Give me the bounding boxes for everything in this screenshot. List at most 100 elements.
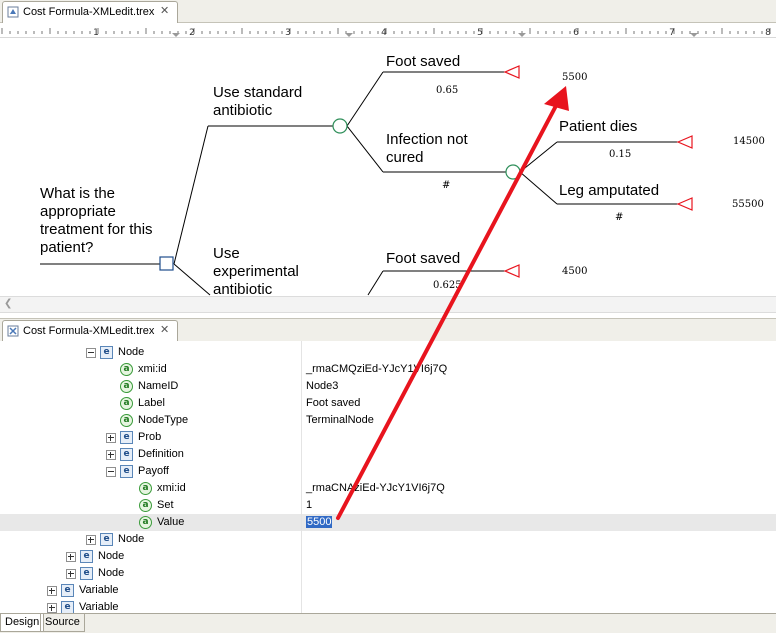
expand-icon[interactable] <box>66 552 76 562</box>
element-icon: e <box>120 431 133 444</box>
terminal-node-leg-amputated <box>676 197 693 211</box>
foot-saved-1-payoff: 5500 <box>562 72 587 83</box>
tree-row-value: TerminalNode <box>306 414 374 426</box>
element-icon: e <box>100 533 113 546</box>
tree-row-value: Node3 <box>306 380 339 392</box>
leg-amputated-prob: # <box>615 212 623 223</box>
editor-tab[interactable]: Cost Formula-XMLedit.trex ✕ <box>2 1 178 23</box>
expand-icon[interactable] <box>106 450 116 460</box>
tree-row-label: Value <box>157 516 185 528</box>
attribute-icon: a <box>139 499 152 512</box>
tree-row[interactable]: a xmi:id _rmaCNAziEd-YJcY1VI6j7Q <box>0 480 776 497</box>
ruler-number: 7 <box>669 28 675 38</box>
patient-dies-label: Patient dies <box>559 118 637 135</box>
tree-row-label: Definition <box>138 448 184 460</box>
expand-icon[interactable] <box>47 603 57 613</box>
xml-file-icon <box>7 6 19 18</box>
tree-row-label: Variable <box>79 601 119 613</box>
tree-row-label: Node <box>98 567 125 579</box>
tree-row[interactable]: e Variable <box>0 599 776 613</box>
expand-icon[interactable] <box>106 433 116 443</box>
tree-row[interactable]: e Node <box>0 565 776 582</box>
terminal-node-foot-saved-1 <box>503 65 520 79</box>
branch-experimental-label-1: Use <box>213 245 240 262</box>
tree-row[interactable]: e Node <box>0 344 776 361</box>
leg-amputated-line <box>519 171 558 205</box>
decision-tree-canvas[interactable]: What is the appropriate treatment for th… <box>0 38 776 296</box>
tab-source[interactable]: Source <box>40 614 85 632</box>
tree-row-value: Foot saved <box>306 397 361 409</box>
tree-row-value: _rmaCMQziEd-YJcY1VI6j7Q <box>306 363 448 375</box>
tree-row[interactable]: a NodeType TerminalNode <box>0 412 776 429</box>
element-icon: e <box>120 448 133 461</box>
tree-row[interactable]: e Node <box>0 531 776 548</box>
infection-line <box>346 125 384 173</box>
expand-icon[interactable] <box>66 569 76 579</box>
tab-design[interactable]: Design <box>0 614 45 632</box>
decision-node <box>159 256 174 271</box>
close-icon[interactable]: ✕ <box>160 323 169 336</box>
element-icon: e <box>61 584 74 597</box>
ruler-number: 4 <box>381 28 387 38</box>
element-icon: e <box>100 346 113 359</box>
collapse-icon[interactable] <box>86 348 96 358</box>
branch-experimental-label-3: antibiotic <box>213 281 273 296</box>
tree-row[interactable]: a NameID Node3 <box>0 378 776 395</box>
ruler-numbers: 1 2 3 4 5 6 7 8 <box>93 28 771 38</box>
xml-editor-tab-label: Cost Formula-XMLedit.trex <box>23 325 155 337</box>
editor-tab-label: Cost Formula-XMLedit.trex <box>23 6 155 18</box>
ruler-number: 1 <box>93 28 99 38</box>
chance-node-infection <box>505 164 521 180</box>
attribute-icon: a <box>120 363 133 376</box>
tree-row[interactable]: e Prob <box>0 429 776 446</box>
foot-saved-1-prob: 0.65 <box>436 85 458 96</box>
foot-saved-2-label: Foot saved <box>386 250 460 267</box>
tree-row[interactable]: a Label Foot saved <box>0 395 776 412</box>
root-question-line-3: treatment for this <box>40 221 153 238</box>
tree-row-label: Node <box>118 533 145 545</box>
branch-standard-label-1: Use standard <box>213 84 302 101</box>
tree-row[interactable]: e Definition <box>0 446 776 463</box>
scroll-left-icon[interactable]: ❮ <box>4 298 12 309</box>
ruler-number: 2 <box>189 28 195 38</box>
column-divider[interactable] <box>301 341 302 613</box>
ruler-number: 8 <box>765 28 771 38</box>
tree-row[interactable]: a Set 1 <box>0 497 776 514</box>
foot-saved-1-label: Foot saved <box>386 53 460 70</box>
tree-row-label: xmi:id <box>138 363 167 375</box>
tree-row-value: _rmaCNAziEd-YJcY1VI6j7Q <box>306 482 445 494</box>
branch-standard-label-2: antibiotic <box>213 102 273 119</box>
bottom-tab-bar: Design Source <box>0 613 776 633</box>
foot-saved-2-line <box>367 270 384 296</box>
branch-experimental-line <box>173 263 211 296</box>
tree-row[interactable]: e Node <box>0 548 776 565</box>
tree-row-value-input[interactable]: 5500 <box>306 516 333 528</box>
collapse-icon[interactable] <box>106 467 116 477</box>
tree-row[interactable]: a xmi:id _rmaCMQziEd-YJcY1VI6j7Q <box>0 361 776 378</box>
expand-icon[interactable] <box>47 586 57 596</box>
foot-saved-2-prob: 0.625 <box>433 280 462 291</box>
leg-amputated-payoff: 55500 <box>732 199 764 210</box>
tree-row-label: Set <box>157 499 174 511</box>
tree-row-label: xmi:id <box>157 482 186 494</box>
tree-row-label: NameID <box>138 380 179 392</box>
xml-editor-tab[interactable]: Cost Formula-XMLedit.trex ✕ <box>2 320 178 342</box>
terminal-node-foot-saved-2 <box>503 264 520 278</box>
ruler-number: 3 <box>285 28 291 38</box>
tree-row[interactable]: e Payoff <box>0 463 776 480</box>
attribute-icon: a <box>120 397 133 410</box>
patient-dies-payoff: 14500 <box>733 136 765 147</box>
element-icon: e <box>61 601 74 613</box>
tree-row[interactable]: e Variable <box>0 582 776 599</box>
tree-row-label: NodeType <box>138 414 189 426</box>
tree-row[interactable]: a Value 5500 <box>0 514 776 531</box>
tree-row-label: Node <box>118 346 145 358</box>
infection-label-1: Infection not <box>386 131 469 148</box>
horizontal-scrollbar[interactable]: ❮ <box>0 296 776 313</box>
expand-icon[interactable] <box>86 535 96 545</box>
close-icon[interactable]: ✕ <box>160 4 169 17</box>
attribute-icon: a <box>139 516 152 529</box>
terminal-node-patient-dies <box>676 135 693 149</box>
element-icon: e <box>120 465 133 478</box>
leg-amputated-label: Leg amputated <box>559 182 659 199</box>
